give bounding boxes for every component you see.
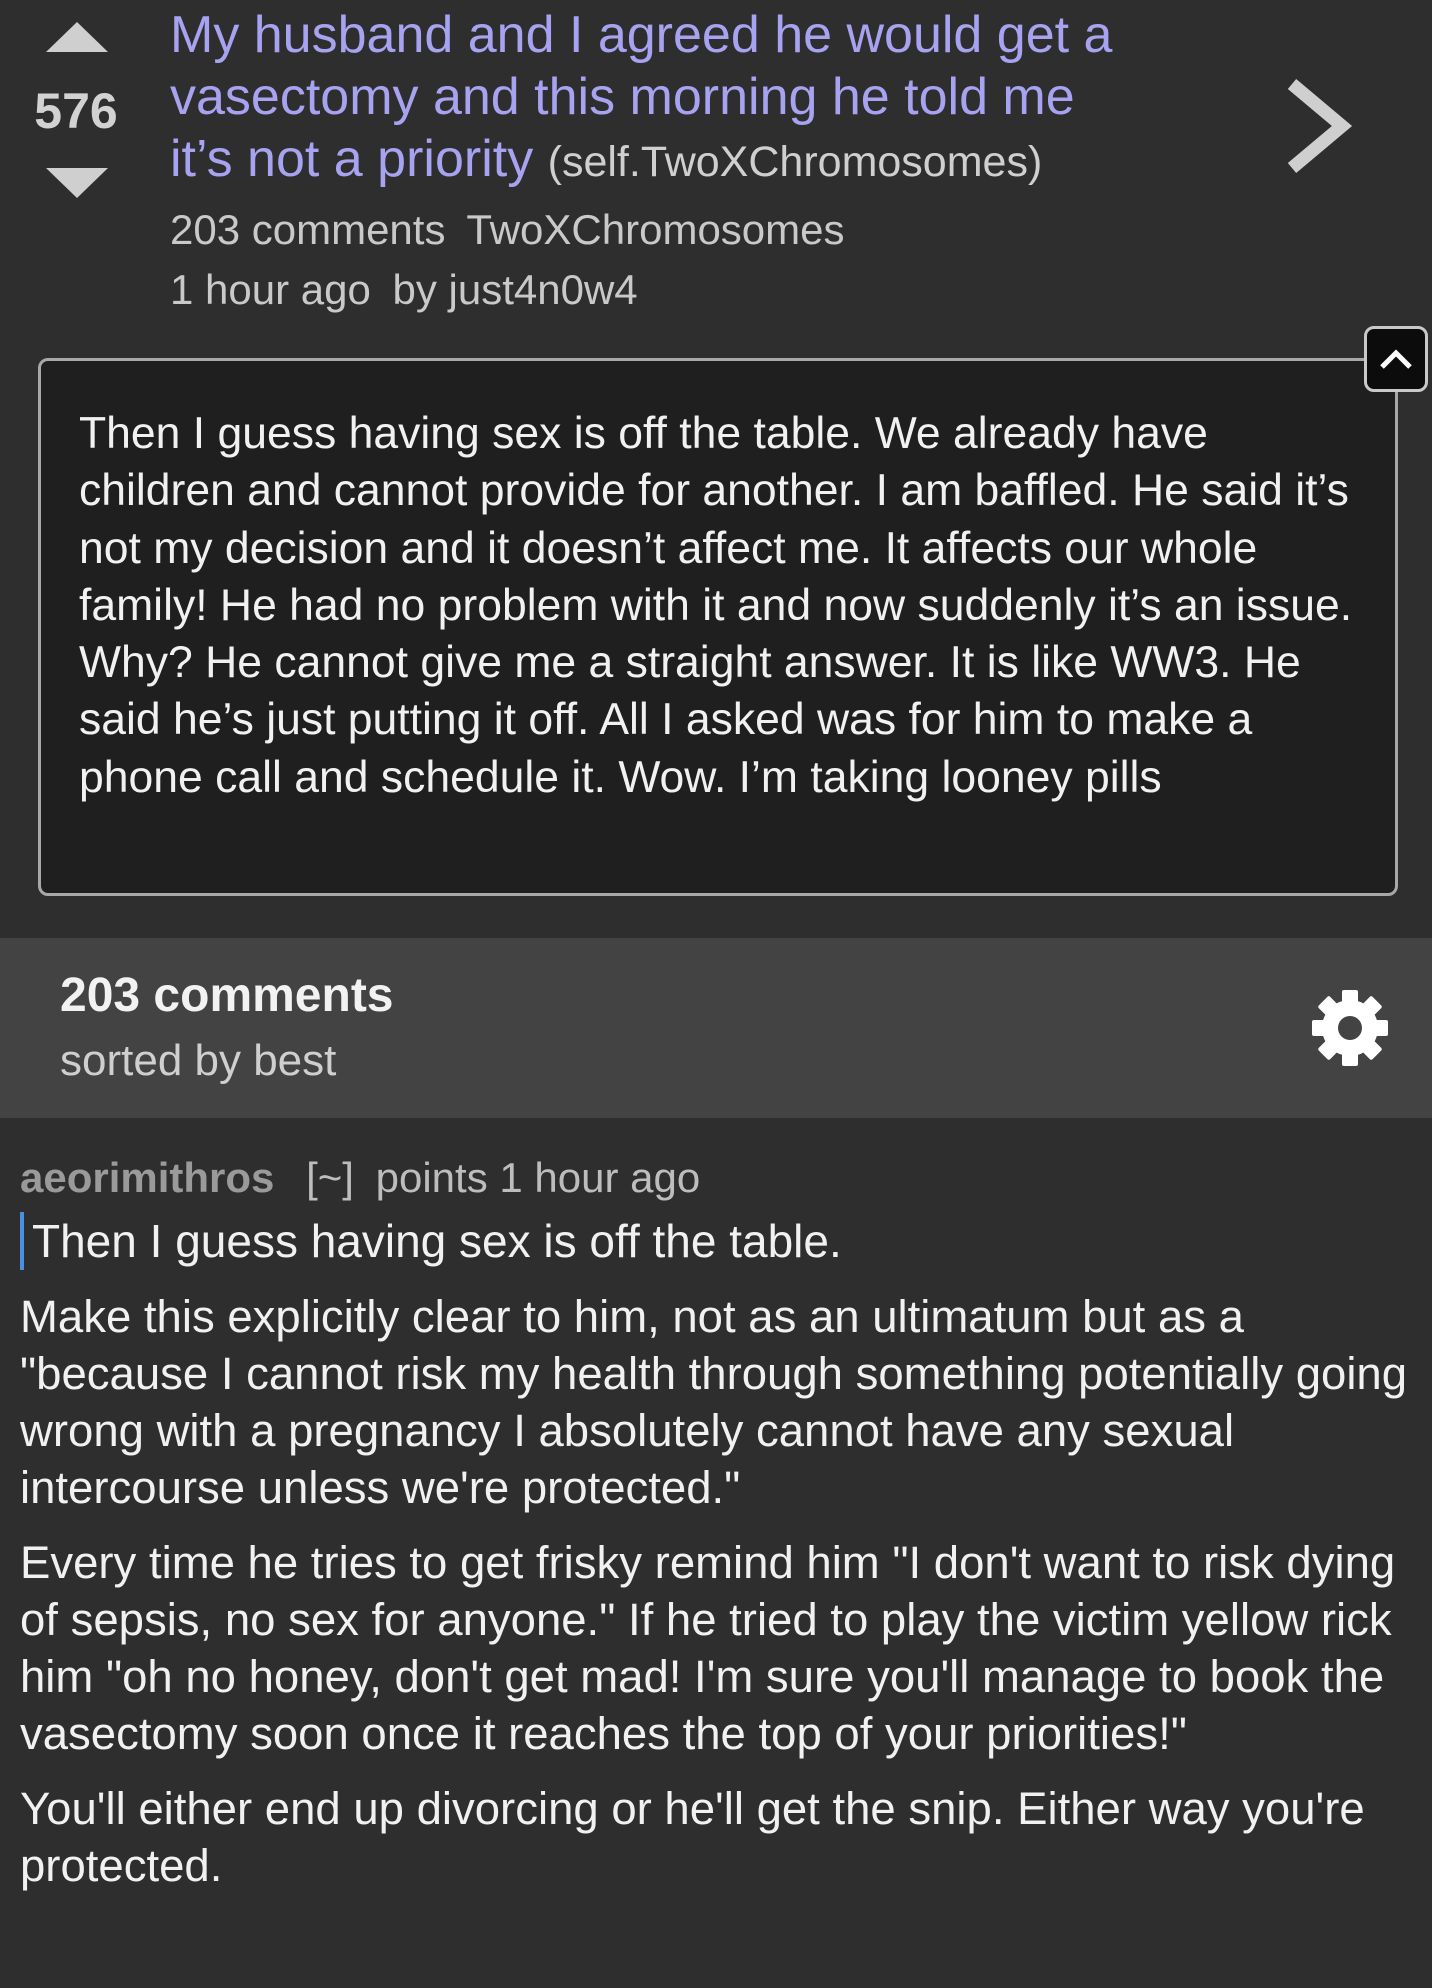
comment-author[interactable]: aeorimithros [20, 1154, 274, 1201]
comment-quote: Then I guess having sex is off the table… [20, 1212, 1412, 1270]
comment-meta: aeorimithros [~] points 1 hour ago [20, 1148, 1412, 1208]
downvote-arrow-icon[interactable] [46, 168, 108, 198]
comment-collapse-toggle[interactable]: [~] [306, 1154, 354, 1201]
selftext-box: Then I guess having sex is off the table… [38, 358, 1398, 896]
post-meta-line-1: 203 comments TwoXChromosomes [170, 206, 1170, 254]
comment-points: points [375, 1154, 488, 1201]
comment: aeorimithros [~] points 1 hour ago Then … [20, 1148, 1412, 1894]
post-title-block: My husband and I agreed he would get a v… [170, 4, 1150, 193]
post-score: 576 [34, 83, 118, 139]
collapse-button[interactable] [1364, 326, 1428, 392]
comments-count: 203 comments [60, 969, 394, 1022]
post-header: 576 My husband and I agreed he would get… [0, 0, 1432, 340]
sort-label[interactable]: sorted by best [60, 1036, 336, 1086]
comment-time: 1 hour ago [499, 1154, 701, 1201]
post-time: 1 hour ago [170, 266, 371, 313]
subreddit-link[interactable]: TwoXChromosomes [466, 206, 844, 253]
comments-link[interactable]: 203 comments [170, 206, 445, 253]
comments-header: 203 comments sorted by best [0, 938, 1432, 1118]
upvote-arrow-icon[interactable] [46, 22, 108, 52]
post-selftext: Then I guess having sex is off the table… [79, 409, 1353, 802]
comment-paragraph: You'll either end up divorcing or he'll … [20, 1783, 1365, 1891]
post-domain[interactable]: (self.TwoXChromosomes) [548, 138, 1043, 186]
vote-column: 576 [20, 16, 132, 216]
comment-paragraph: Make this explicitly clear to him, not a… [20, 1291, 1408, 1513]
gear-icon[interactable] [1310, 988, 1390, 1068]
comment-paragraph: Every time he tries to get frisky remind… [20, 1537, 1396, 1759]
post-author[interactable]: by just4n0w4 [393, 266, 638, 313]
chevron-right-icon[interactable] [1270, 76, 1370, 176]
post-meta-line-2: 1 hour ago by just4n0w4 [170, 266, 1170, 314]
